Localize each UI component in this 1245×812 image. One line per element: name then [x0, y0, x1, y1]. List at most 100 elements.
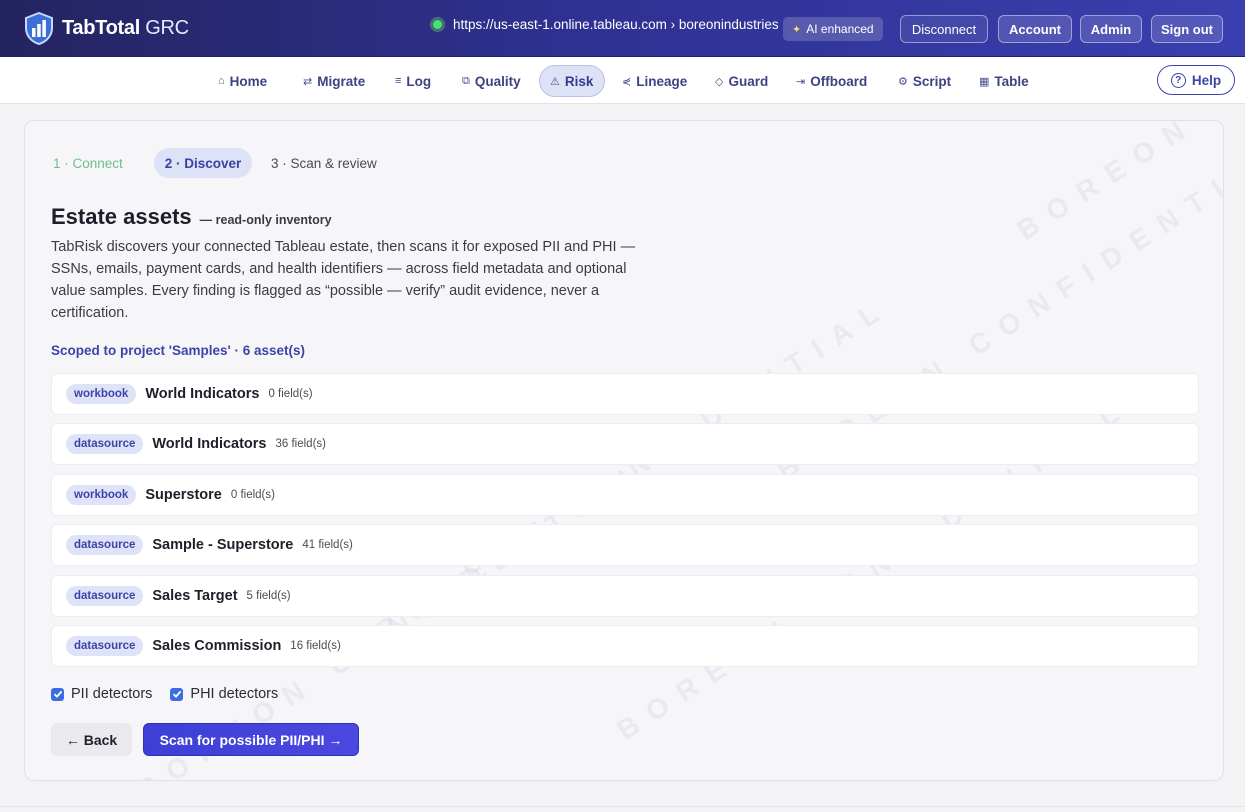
- ai-badge-label: AI enhanced: [806, 22, 874, 36]
- asset-name: World Indicators: [152, 436, 267, 453]
- help-button[interactable]: ? Help: [1157, 65, 1235, 95]
- page-divider: [0, 806, 1245, 807]
- warning-icon: ⚠: [550, 75, 560, 88]
- main-nav: ⌂ Home ⇄ Migrate ≡ Log ⧉ Quality ⚠ Risk ⋞ Line…: [0, 57, 1245, 104]
- watermark-text-4: BOREON CONFIDENTIAL: [1011, 121, 1223, 246]
- page-description: TabRisk discovers your connected Tableau…: [51, 239, 636, 321]
- nav-offboard-label: Offboard: [810, 73, 868, 89]
- nav-log[interactable]: ≡ Log: [385, 65, 441, 97]
- scan-label: Scan for possible PII/PHI →: [159, 731, 343, 748]
- discover-card: BOREON CONFIDENTIAL BOREON CONFIDENTIAL …: [24, 120, 1224, 781]
- table-icon: ▦: [979, 75, 990, 88]
- connection-dot-icon: [431, 18, 444, 31]
- step-discover: 2 · Discover: [154, 148, 252, 178]
- list-item: workbook Superstore 0 field(s): [51, 473, 1199, 516]
- page-subtitle: — read-only inventory: [199, 213, 332, 227]
- checkmark-icon[interactable]: [170, 687, 184, 701]
- quality-icon: ⧉: [462, 74, 470, 87]
- page-heading: Estate assets — read-only inventory: [51, 204, 332, 230]
- log-icon: ≡: [395, 75, 402, 87]
- nav-offboard[interactable]: ⇥ Offboard: [786, 65, 877, 97]
- back-button[interactable]: ← Back: [51, 723, 132, 756]
- asset-field-count: 16 field(s): [290, 639, 341, 652]
- ai-enhanced-badge: ✦ AI enhanced: [783, 17, 883, 41]
- sparkle-icon: ✦: [792, 23, 802, 36]
- admin-label: Admin: [1090, 21, 1132, 37]
- pii-detectors-checkbox[interactable]: PII detectors: [51, 686, 152, 702]
- connection-url: https://us-east-1.online.tableau.com › b…: [453, 17, 779, 32]
- brand-name-suffix: GRC: [139, 17, 189, 39]
- connection-status: https://us-east-1.online.tableau.com › b…: [431, 17, 779, 32]
- disconnect-button[interactable]: Disconnect: [900, 15, 988, 43]
- back-label: ← Back: [65, 731, 118, 748]
- nav-script-label: Script: [912, 73, 952, 89]
- nav-quality[interactable]: ⧉ Quality: [452, 65, 531, 97]
- asset-name: Sales Commission: [152, 637, 282, 654]
- nav-lineage-label: Lineage: [636, 73, 688, 89]
- account-button[interactable]: Account: [998, 15, 1072, 43]
- nav-table[interactable]: ▦ Table: [969, 65, 1039, 97]
- list-item: datasource Sample - Superstore 41 field(…: [51, 524, 1199, 567]
- asset-name: Sample - Superstore: [152, 537, 294, 554]
- brand-name: TabTotal GRC: [62, 17, 189, 40]
- nav-guard[interactable]: ◇ Guard: [705, 65, 778, 97]
- step-connect-label: 1 · Connect: [53, 155, 123, 171]
- phi-detectors-label: PHI detectors: [190, 686, 279, 702]
- top-header: TabTotal GRC https://us-east-1.online.ta…: [0, 0, 1245, 57]
- nav-risk[interactable]: ⚠ Risk: [539, 65, 605, 97]
- list-item: datasource World Indicators 36 field(s): [51, 423, 1199, 466]
- nav-risk-label: Risk: [564, 73, 594, 89]
- disconnect-label: Disconnect: [911, 21, 977, 37]
- admin-button[interactable]: Admin: [1080, 15, 1142, 43]
- nav-script[interactable]: ⚙ Script: [888, 65, 961, 97]
- asset-field-count: 36 field(s): [275, 438, 327, 451]
- asset-type-badge: workbook: [66, 484, 137, 505]
- lineage-icon: ⋞: [622, 75, 632, 88]
- nav-home[interactable]: ⌂ Home: [208, 65, 277, 97]
- asset-type-badge: datasource: [66, 635, 144, 656]
- step-discover-label: 2 · Discover: [164, 155, 242, 171]
- asset-name: Superstore: [145, 486, 222, 503]
- step-connect[interactable]: 1 · Connect: [53, 148, 123, 178]
- detector-options: PII detectors PHI detectors: [51, 686, 296, 702]
- asset-name: Sales Target: [152, 587, 238, 604]
- help-label: Help: [1191, 72, 1222, 88]
- step-scan-label: 3 · Scan & review: [271, 155, 377, 171]
- question-icon: ?: [1170, 72, 1186, 88]
- list-item: datasource Sales Commission 16 field(s): [51, 624, 1199, 667]
- gear-icon: ⚙: [898, 75, 908, 88]
- checkmark-icon[interactable]: [51, 687, 64, 701]
- nav-guard-label: Guard: [728, 73, 769, 89]
- asset-field-count: 0 field(s): [230, 488, 275, 501]
- scope-summary: Scoped to project 'Samples' · 6 asset(s): [51, 343, 305, 358]
- shield-icon: ◇: [715, 75, 724, 88]
- asset-type-badge: datasource: [66, 434, 144, 455]
- asset-type-badge: workbook: [66, 384, 137, 404]
- migrate-icon: ⇄: [303, 75, 313, 88]
- asset-field-count: 41 field(s): [302, 539, 353, 552]
- asset-type-badge: datasource: [66, 585, 144, 606]
- nav-home-label: Home: [229, 73, 268, 89]
- pii-detectors-label: PII detectors: [71, 686, 153, 702]
- nav-table-label: Table: [994, 73, 1029, 89]
- list-item: workbook World Indicators 0 field(s): [51, 373, 1199, 415]
- brand-name-bold: TabTotal: [62, 17, 140, 39]
- sign-out-label: Sign out: [1161, 21, 1213, 37]
- step-scan-review: 3 · Scan & review: [271, 148, 377, 178]
- shield-logo-icon: [25, 12, 53, 45]
- list-item: datasource Sales Target 5 field(s): [51, 574, 1199, 617]
- nav-migrate-label: Migrate: [317, 73, 366, 89]
- sign-out-button[interactable]: Sign out: [1151, 15, 1223, 43]
- page-title: Estate assets: [51, 204, 192, 229]
- brand-logo[interactable]: TabTotal GRC: [24, 12, 189, 45]
- nav-quality-label: Quality: [474, 73, 521, 89]
- asset-list: workbook World Indicators 0 field(s) dat…: [51, 373, 1199, 675]
- asset-name: World Indicators: [145, 386, 260, 402]
- scan-button[interactable]: Scan for possible PII/PHI →: [143, 723, 359, 756]
- nav-migrate[interactable]: ⇄ Migrate: [293, 65, 375, 97]
- phi-detectors-checkbox[interactable]: PHI detectors: [170, 686, 278, 702]
- asset-field-count: 5 field(s): [246, 589, 291, 602]
- offboard-icon: ⇥: [796, 75, 806, 88]
- home-icon: ⌂: [218, 75, 225, 87]
- nav-lineage[interactable]: ⋞ Lineage: [612, 65, 697, 97]
